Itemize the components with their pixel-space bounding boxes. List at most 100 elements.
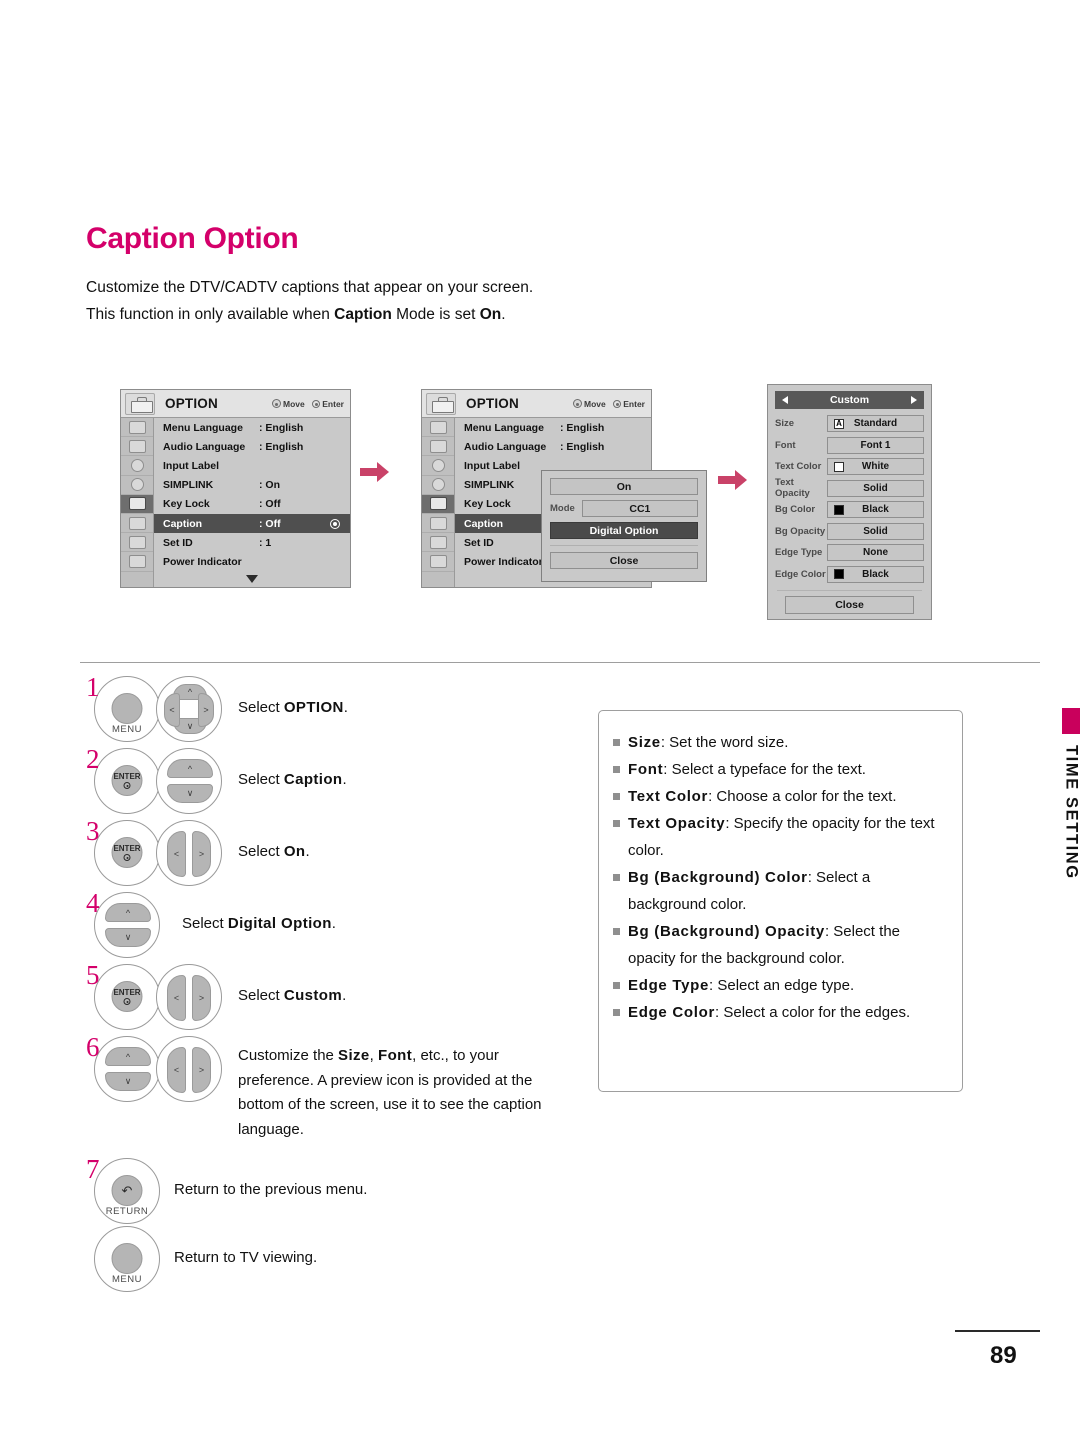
caption-mode-value-button[interactable]: CC1 bbox=[581, 500, 698, 517]
dpad-up-icon[interactable]: ^ bbox=[105, 1047, 151, 1066]
enter-button[interactable]: ENTER bbox=[94, 820, 160, 886]
input-icon bbox=[429, 535, 447, 549]
enter-button[interactable]: ENTER bbox=[94, 964, 160, 1030]
info-term: Bg (Background) Opacity bbox=[628, 923, 825, 940]
rail-item-setup[interactable] bbox=[121, 476, 153, 495]
dpad-right-icon[interactable]: > bbox=[192, 975, 211, 1021]
osd-row-input-label[interactable]: Input Label bbox=[154, 456, 350, 475]
dpad-down-icon[interactable]: ∨ bbox=[105, 1072, 151, 1091]
custom-caption-panel: Custom Size A Standard Font Font 1 Text … bbox=[767, 384, 932, 620]
caption-on-button[interactable]: On bbox=[550, 478, 698, 495]
osd-item-list: Menu Language : English Audio Language :… bbox=[154, 418, 350, 587]
step-number: 6 bbox=[86, 1032, 100, 1062]
scroll-down-indicator[interactable] bbox=[154, 572, 350, 587]
rail-item-usb[interactable] bbox=[422, 552, 454, 572]
row-value-button[interactable]: None bbox=[827, 544, 924, 562]
step-number: 4 bbox=[86, 888, 100, 918]
step-text-bold2: Font bbox=[378, 1047, 413, 1064]
osd-row-menu-language[interactable]: Menu Language : English bbox=[455, 418, 651, 437]
osd-category-rail[interactable] bbox=[422, 418, 455, 587]
osd-row-audio-language[interactable]: Audio Language : English bbox=[455, 437, 651, 456]
custom-row-bg-color[interactable]: Bg Color Black bbox=[775, 499, 924, 521]
osd-row-menu-language[interactable]: Menu Language : English bbox=[154, 418, 350, 437]
info-item-text: Bg (Background) Opacity: Select the opac… bbox=[628, 918, 946, 972]
caption-popup-close-button[interactable]: Close bbox=[550, 552, 698, 569]
osd-menu-title: OPTION bbox=[165, 396, 218, 411]
rail-item-setup[interactable] bbox=[422, 476, 454, 495]
custom-row-edge-color[interactable]: Edge Color Black bbox=[775, 564, 924, 586]
dpad-left-icon[interactable]: < bbox=[167, 831, 186, 877]
osd-row-power-indicator[interactable]: Power Indicator bbox=[154, 552, 350, 571]
dpad-4way-button[interactable]: ^ ∨ < > bbox=[156, 676, 222, 742]
dpad-up-icon[interactable]: ^ bbox=[105, 903, 151, 922]
row-value-button[interactable]: Black bbox=[827, 501, 924, 519]
dpad-leftright-button[interactable]: < > bbox=[156, 820, 222, 886]
rail-item-time[interactable] bbox=[422, 456, 454, 476]
digital-option-button[interactable]: Digital Option bbox=[550, 522, 698, 539]
rail-item-usb[interactable] bbox=[121, 552, 153, 572]
custom-panel-close-button[interactable]: Close bbox=[785, 596, 914, 614]
intro-line-2: This function in only available when Cap… bbox=[86, 301, 786, 328]
enter-knob: ENTER bbox=[111, 837, 143, 868]
row-value-text: Solid bbox=[863, 525, 888, 537]
custom-row-bg-opacity[interactable]: Bg Opacity Solid bbox=[775, 521, 924, 543]
row-value-button[interactable]: Solid bbox=[827, 522, 924, 540]
enter-button[interactable]: ENTER bbox=[94, 748, 160, 814]
dpad-leftright-button[interactable]: < > bbox=[156, 964, 222, 1030]
dpad-leftright-button[interactable]: < > bbox=[156, 1036, 222, 1102]
row-value-button[interactable]: Font 1 bbox=[827, 436, 924, 454]
rail-item-picture[interactable] bbox=[422, 418, 454, 438]
step-buttons: MENU ^ ∨ < > bbox=[94, 676, 222, 742]
dpad-right-icon[interactable]: > bbox=[198, 693, 214, 727]
custom-row-text-opacity[interactable]: Text Opacity Solid bbox=[775, 477, 924, 499]
osd-row-caption[interactable]: Caption : Off bbox=[154, 513, 350, 534]
custom-row-text-color[interactable]: Text Color White bbox=[775, 456, 924, 478]
info-item-text: Font: Select a typeface for the text. bbox=[628, 756, 946, 783]
info-item-font: Font: Select a typeface for the text. bbox=[611, 756, 946, 783]
return-button[interactable]: ↶ RETURN bbox=[94, 1158, 160, 1224]
row-value-button[interactable]: A Standard bbox=[827, 415, 924, 433]
rail-item-audio[interactable] bbox=[422, 437, 454, 457]
dpad-right-icon[interactable]: > bbox=[192, 831, 211, 877]
dpad-updown-button[interactable]: ^ ∨ bbox=[156, 748, 222, 814]
rail-item-option[interactable] bbox=[422, 494, 454, 514]
custom-row-edge-type[interactable]: Edge Type None bbox=[775, 542, 924, 564]
rail-item-time[interactable] bbox=[121, 456, 153, 476]
step-text-pre: Select bbox=[238, 699, 284, 716]
dpad-left-icon[interactable]: < bbox=[167, 1047, 186, 1093]
rail-item-option[interactable] bbox=[121, 494, 153, 514]
menu-button[interactable]: MENU bbox=[94, 1226, 160, 1292]
dpad-updown-button[interactable]: ^ ∨ bbox=[94, 1036, 160, 1102]
menu-button[interactable]: MENU bbox=[94, 676, 160, 742]
rail-item-input[interactable] bbox=[121, 533, 153, 553]
osd-row-key-lock[interactable]: Key Lock : Off bbox=[154, 495, 350, 514]
osd-row-set-id[interactable]: Set ID : 1 bbox=[154, 533, 350, 552]
dpad-down-icon[interactable]: ∨ bbox=[167, 784, 213, 803]
rail-item-lock[interactable] bbox=[422, 514, 454, 534]
row-value-button[interactable]: White bbox=[827, 458, 924, 476]
step-2: 2 ENTER ^ ∨ Select Caption. bbox=[86, 744, 576, 820]
dpad-left-icon[interactable]: < bbox=[164, 693, 180, 727]
row-value-text: Font 1 bbox=[860, 439, 891, 451]
row-label: Bg Opacity bbox=[775, 525, 826, 537]
row-label: Bg Color bbox=[775, 504, 816, 516]
osd-category-rail[interactable] bbox=[121, 418, 154, 587]
rail-item-picture[interactable] bbox=[121, 418, 153, 438]
osd-row-audio-language[interactable]: Audio Language : English bbox=[154, 437, 350, 456]
dpad-updown-button[interactable]: ^ ∨ bbox=[94, 892, 160, 958]
custom-row-size[interactable]: Size A Standard bbox=[775, 413, 924, 435]
row-label: Edge Color bbox=[775, 568, 826, 580]
osd-row-simplink[interactable]: SIMPLINK : On bbox=[154, 476, 350, 495]
row-value-button[interactable]: Solid bbox=[827, 479, 924, 497]
dpad-up-icon[interactable]: ^ bbox=[167, 759, 213, 778]
osd-header: OPTION Move Enter bbox=[422, 390, 651, 418]
rail-item-lock[interactable] bbox=[121, 514, 153, 534]
row-value-button[interactable]: Black bbox=[827, 565, 924, 583]
triangle-right-icon[interactable] bbox=[911, 396, 917, 404]
custom-row-font[interactable]: Font Font 1 bbox=[775, 435, 924, 457]
rail-item-input[interactable] bbox=[422, 533, 454, 553]
dpad-left-icon[interactable]: < bbox=[167, 975, 186, 1021]
dpad-down-icon[interactable]: ∨ bbox=[105, 928, 151, 947]
rail-item-audio[interactable] bbox=[121, 437, 153, 457]
dpad-right-icon[interactable]: > bbox=[192, 1047, 211, 1093]
